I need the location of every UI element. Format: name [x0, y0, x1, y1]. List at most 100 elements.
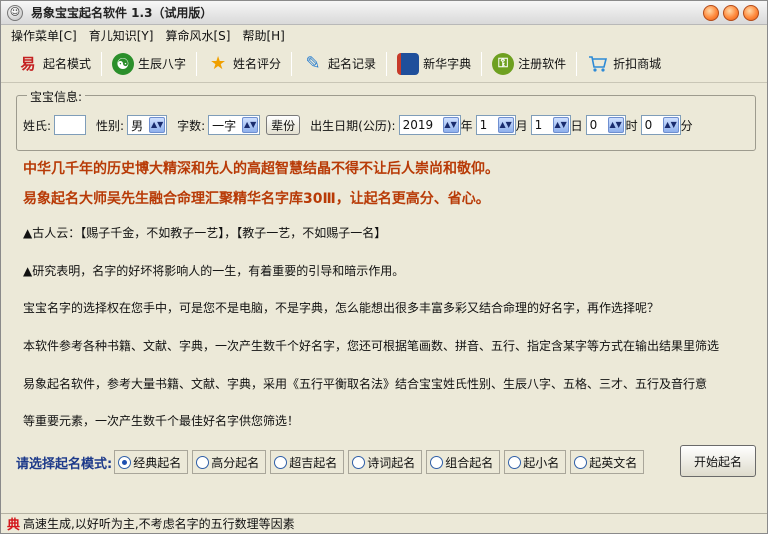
toolbar-naming-record[interactable]: ✎ 起名记录	[296, 49, 382, 79]
chevron-down-icon[interactable]: ▲▼	[497, 117, 514, 133]
radio-icon[interactable]	[508, 455, 522, 469]
mode-radio-high-score[interactable]: 高分起名	[192, 450, 267, 474]
mode-option-label: 诗词起名	[367, 455, 416, 470]
month-unit: 月	[515, 118, 528, 133]
toolbar-separator	[481, 51, 483, 76]
brush-icon: 易	[20, 55, 36, 73]
headline-master: 易象起名大师吴先生融合命理汇聚精华名字库30Ⅲ，让起名更高分、省心。	[23, 191, 490, 207]
naming-mode-row: 请选择起名模式: 经典起名 高分起名 超吉起名 诗词起名 组合起名 起小名 起英…	[16, 449, 648, 475]
toolbar-label: 起名记录	[328, 57, 377, 71]
gender-select[interactable]: 男 ▲▼	[127, 115, 168, 135]
minimize-button[interactable]	[703, 5, 719, 21]
status-bar: 典 高速生成,以好听为主,不考虑名字的五行数理等因素	[1, 513, 767, 533]
app-icon: ☺	[7, 4, 23, 21]
intro-paragraph: 本软件参考各种书籍、文献、字典，一次产生数千个好名字，您还可根据笔画数、拼音、五…	[23, 339, 720, 353]
toolbar-register[interactable]: ⚿ 注册软件	[486, 49, 572, 79]
mode-radio-poetry[interactable]: 诗词起名	[348, 450, 423, 474]
toolbar-xinhua-dictionary[interactable]: 新华字典	[391, 49, 477, 79]
menu-bar: 操作菜单[C] 育儿知识[Y] 算命风水[S] 帮助[H]	[1, 26, 767, 44]
maximize-button[interactable]	[723, 5, 739, 21]
mode-option-label: 高分起名	[211, 455, 260, 470]
book-icon	[397, 52, 420, 75]
toolbar-separator	[291, 51, 293, 76]
toolbar-separator	[386, 51, 388, 76]
chevron-down-icon[interactable]: ▲▼	[552, 117, 569, 133]
intro-paragraph: ▲古人云：【赐子千金，不如教子一艺】，【教子一艺，不如赐子一名】	[23, 226, 387, 240]
radio-icon[interactable]	[274, 455, 288, 469]
menu-parenting[interactable]: 育儿知识[Y]	[87, 27, 156, 44]
hour-select[interactable]: 0 ▲▼	[585, 115, 626, 135]
status-text: 高速生成,以好听为主,不考虑名字的五行数理等因素	[23, 517, 295, 531]
menu-help[interactable]: 帮助[H]	[240, 27, 286, 44]
radio-icon[interactable]	[352, 455, 366, 469]
yin-yang-icon: ☯	[112, 52, 135, 75]
month-value: 1	[479, 118, 488, 132]
surname-input[interactable]	[54, 115, 87, 135]
generation-button[interactable]: 辈份	[266, 115, 301, 135]
surname-label: 姓氏:	[23, 118, 52, 133]
mode-radio-english-name[interactable]: 起英文名	[570, 450, 645, 474]
intro-paragraph: 等重要元素，一次产生数千个最佳好名字供您筛选！	[23, 414, 300, 428]
radio-icon[interactable]	[196, 455, 210, 469]
month-select[interactable]: 1 ▲▼	[475, 115, 516, 135]
hour-value: 0	[589, 118, 598, 132]
gender-value: 男	[131, 118, 144, 133]
window-controls	[703, 5, 759, 21]
chevron-down-icon[interactable]: ▲▼	[662, 117, 679, 133]
day-select[interactable]: 1 ▲▼	[530, 115, 571, 135]
year-value: 2019	[402, 118, 434, 132]
toolbar-discount-mall[interactable]: 折扣商城	[581, 49, 667, 79]
toolbar-naming-mode[interactable]: 易 起名模式	[11, 49, 97, 79]
headline-history: 中华几千年的历史博大精深和先人的高超智慧结晶不得不让后人崇尚和敬仰。	[23, 161, 499, 177]
key-icon: ⚿	[492, 52, 515, 75]
toolbar-label: 新华字典	[423, 57, 472, 71]
mode-option-label: 超吉起名	[289, 455, 338, 470]
close-button[interactable]	[743, 5, 759, 21]
minute-select[interactable]: 0 ▲▼	[640, 115, 681, 135]
toolbar-label: 姓名评分	[233, 57, 282, 71]
menu-fortune[interactable]: 算命风水[S]	[163, 27, 232, 44]
title-bar[interactable]: ☺ 易象宝宝起名软件 1.3（试用版）	[1, 1, 767, 25]
chars-select[interactable]: 一字 ▲▼	[208, 115, 261, 135]
gender-label: 性别:	[96, 118, 125, 133]
radio-selected-icon[interactable]	[118, 455, 132, 469]
mode-option-label: 起英文名	[589, 455, 638, 470]
hour-unit: 时	[625, 118, 638, 133]
mode-radio-super-lucky[interactable]: 超吉起名	[270, 450, 345, 474]
star-icon: ★	[209, 53, 227, 74]
year-select[interactable]: 2019 ▲▼	[398, 115, 461, 135]
app-window: ☺ 易象宝宝起名软件 1.3（试用版） 操作菜单[C] 育儿知识[Y] 算命风水…	[0, 0, 768, 534]
mode-radio-classic[interactable]: 经典起名	[114, 450, 189, 474]
chevron-down-icon[interactable]: ▲▼	[149, 117, 166, 133]
toolbar-label: 生辰八字	[138, 57, 187, 71]
cart-icon	[587, 53, 609, 75]
mode-radio-nickname[interactable]: 起小名	[504, 450, 567, 474]
toolbar-separator	[196, 51, 198, 76]
naming-mode-title: 请选择起名模式:	[16, 456, 113, 472]
toolbar-separator	[576, 51, 578, 76]
mode-radio-combination[interactable]: 组合起名	[426, 450, 501, 474]
chevron-down-icon[interactable]: ▲▼	[242, 117, 259, 133]
toolbar-label: 折扣商城	[613, 57, 662, 71]
intro-paragraph: 宝宝名字的选择权在您手中，可是您不是电脑，不是字典，怎么能想出很多丰富多彩又结合…	[23, 301, 660, 315]
intro-paragraph: 易象起名软件，参考大量书籍、文献、字典，采用《五行平衡取名法》结合宝宝姓氏性别、…	[23, 377, 708, 391]
toolbar-birth-bazi[interactable]: ☯ 生辰八字	[106, 49, 192, 79]
menu-operations[interactable]: 操作菜单[C]	[9, 27, 79, 44]
radio-icon[interactable]	[574, 455, 588, 469]
start-naming-button[interactable]: 开始起名	[680, 445, 756, 477]
radio-icon[interactable]	[430, 455, 444, 469]
chevron-down-icon[interactable]: ▲▼	[607, 117, 624, 133]
mode-option-label: 经典起名	[133, 455, 182, 470]
toolbar-label: 起名模式	[43, 57, 92, 71]
mode-option-label: 起小名	[523, 455, 560, 470]
pen-icon: ✎	[305, 53, 321, 74]
minute-value: 0	[644, 118, 653, 132]
chevron-down-icon[interactable]: ▲▼	[442, 117, 459, 133]
dictionary-icon: 典	[7, 518, 21, 533]
toolbar-name-score[interactable]: ★ 姓名评分	[201, 49, 287, 79]
toolbar-label: 注册软件	[518, 57, 567, 71]
year-unit: 年	[460, 118, 473, 133]
baby-info-row: 姓氏: 性别: 男 ▲▼ 字数: 一字 ▲▼ 辈份 出生日期(公历): 2019…	[23, 114, 696, 136]
day-unit: 日	[570, 118, 583, 133]
window-title: 易象宝宝起名软件 1.3（试用版）	[31, 6, 213, 20]
